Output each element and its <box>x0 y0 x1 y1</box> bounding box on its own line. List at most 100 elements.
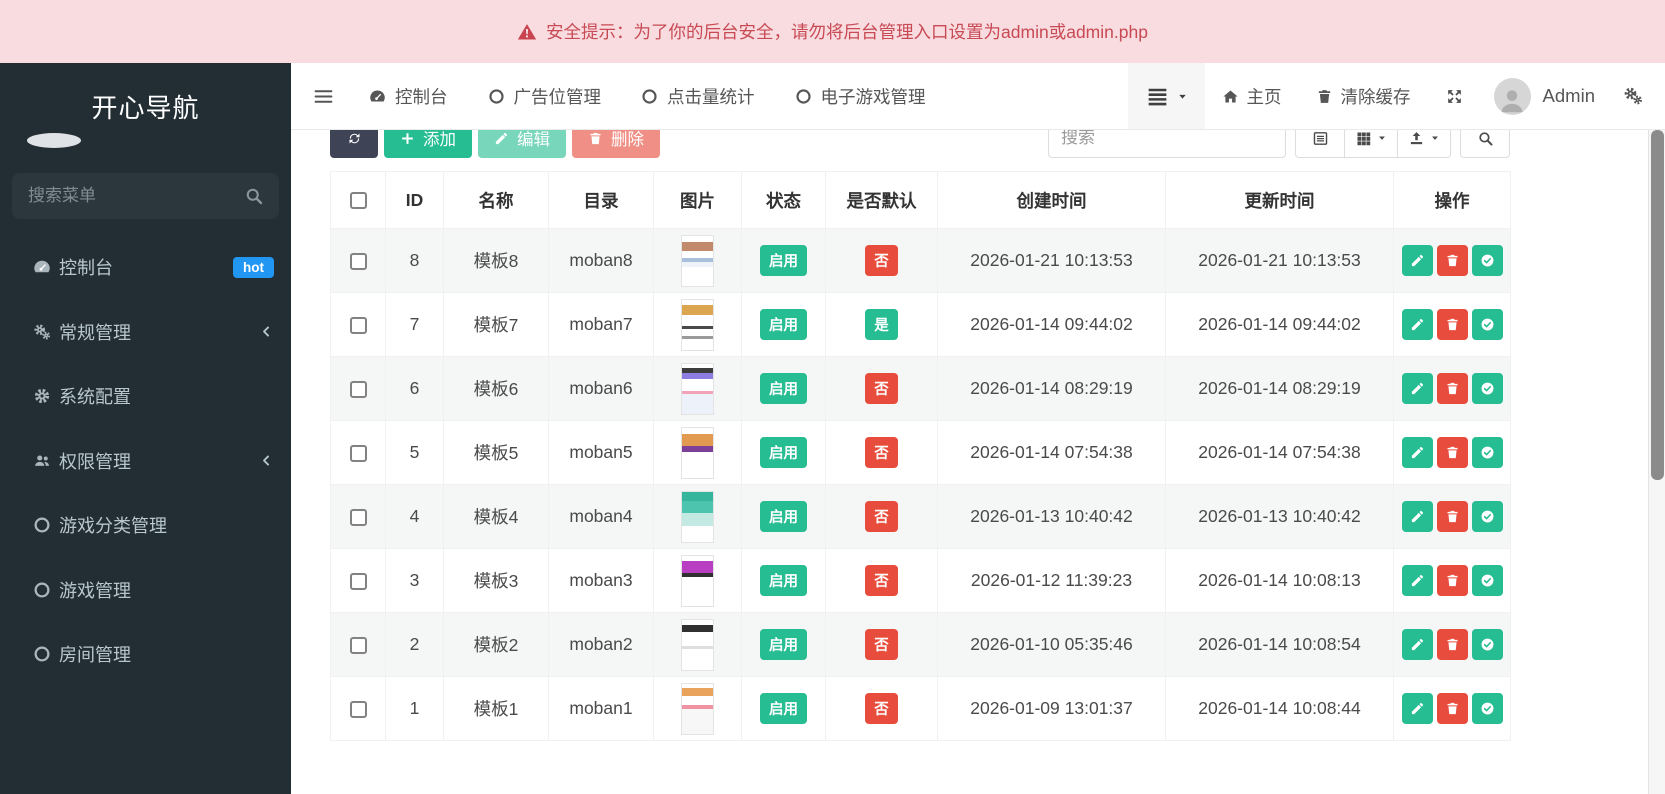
clear-cache-link[interactable]: 清除缓存 <box>1299 63 1428 129</box>
toggle-view-button[interactable] <box>1295 130 1345 158</box>
sidebar-item[interactable]: 常规管理 <box>0 300 291 365</box>
table-search-input[interactable] <box>1048 130 1286 158</box>
sidebar-item[interactable]: 游戏管理 <box>0 558 291 623</box>
menu-list-dropdown[interactable] <box>1127 63 1205 129</box>
set-default-button[interactable] <box>1471 629 1503 660</box>
row-checkbox[interactable] <box>349 508 367 526</box>
set-default-button[interactable] <box>1471 437 1503 468</box>
cell-status: 启用 <box>741 548 826 613</box>
cell-default: 否 <box>825 612 938 677</box>
checkbox-cell <box>330 676 386 741</box>
table-search <box>1048 130 1286 158</box>
cell-actions <box>1393 548 1511 613</box>
sidebar-item[interactable]: 权限管理 <box>0 429 291 494</box>
edit-row-button[interactable] <box>1401 501 1433 532</box>
trash-icon <box>1445 381 1460 396</box>
check-circle-icon <box>1480 381 1495 396</box>
sidebar-item[interactable]: 系统配置 <box>0 364 291 429</box>
edit-row-button[interactable] <box>1401 565 1433 596</box>
delete-row-button[interactable] <box>1436 245 1468 276</box>
column-header[interactable]: 是否默认 <box>825 171 938 229</box>
set-default-button[interactable] <box>1471 245 1503 276</box>
sidebar-item[interactable]: 房间管理 <box>0 622 291 687</box>
row-checkbox[interactable] <box>349 572 367 590</box>
row-checkbox[interactable] <box>349 444 367 462</box>
column-header[interactable]: 名称 <box>443 171 549 229</box>
columns-button[interactable] <box>1345 130 1398 158</box>
template-thumbnail[interactable] <box>681 426 714 479</box>
edit-row-button[interactable] <box>1401 373 1433 404</box>
cell-updated: 2026-01-14 07:54:38 <box>1165 420 1394 485</box>
sidebar-search-input[interactable] <box>12 173 279 219</box>
hamburger-icon[interactable] <box>291 86 349 107</box>
column-header[interactable]: 更新时间 <box>1165 171 1394 229</box>
export-button[interactable] <box>1398 130 1451 158</box>
sidebar-item[interactable]: 控制台 hot <box>0 235 291 300</box>
column-header[interactable]: 创建时间 <box>937 171 1166 229</box>
delete-row-button[interactable] <box>1436 437 1468 468</box>
set-default-button[interactable] <box>1471 565 1503 596</box>
edit-button[interactable]: 编辑 <box>478 130 566 158</box>
add-button[interactable]: 添加 <box>384 130 472 158</box>
select-all-checkbox[interactable] <box>349 192 367 210</box>
template-thumbnail[interactable] <box>681 298 714 351</box>
column-header[interactable]: 目录 <box>548 171 654 229</box>
nav-tab[interactable]: 广告位管理 <box>468 63 622 129</box>
delete-row-button[interactable] <box>1436 501 1468 532</box>
sidebar-item-label: 房间管理 <box>59 645 131 666</box>
cell-name: 模板4 <box>443 484 549 549</box>
delete-row-button[interactable] <box>1436 565 1468 596</box>
delete-row-button[interactable] <box>1436 373 1468 404</box>
column-header[interactable]: 状态 <box>741 171 826 229</box>
template-thumbnail[interactable] <box>681 490 714 543</box>
edit-row-button[interactable] <box>1401 629 1433 660</box>
template-thumbnail[interactable] <box>681 234 714 287</box>
settings-gear-icon[interactable] <box>1608 86 1665 106</box>
delete-row-button[interactable] <box>1436 693 1468 724</box>
row-checkbox[interactable] <box>349 316 367 334</box>
pencil-icon <box>494 131 509 146</box>
nav-tab[interactable]: 电子游戏管理 <box>775 63 946 129</box>
refresh-button[interactable] <box>330 130 378 158</box>
edit-row-button[interactable] <box>1401 245 1433 276</box>
row-checkbox[interactable] <box>349 636 367 654</box>
template-thumbnail[interactable] <box>681 362 714 415</box>
column-header[interactable]: 操作 <box>1393 171 1511 229</box>
home-link[interactable]: 主页 <box>1205 63 1299 129</box>
table-header-row: ID 名称 目录 图片 状态 是否默认 创建时间 更新时间 操作 <box>330 171 1511 229</box>
edit-row-button[interactable] <box>1401 437 1433 468</box>
edit-row-button[interactable] <box>1401 309 1433 340</box>
delete-row-button[interactable] <box>1436 309 1468 340</box>
cell-actions <box>1393 292 1511 357</box>
table-row: 7 模板7 moban7 启用 是 2026-01-14 09:44:02 2026-01-… <box>330 292 1511 357</box>
edit-row-button[interactable] <box>1401 693 1433 724</box>
search-icon <box>244 186 264 206</box>
circle-icon <box>25 516 59 534</box>
template-thumbnail[interactable] <box>681 618 714 671</box>
scrollbar-thumb[interactable] <box>1651 130 1664 480</box>
nav-tab[interactable]: 控制台 <box>349 63 468 129</box>
status-badge: 启用 <box>760 245 807 276</box>
delete-button[interactable]: 删除 <box>572 130 660 158</box>
caret-down-icon <box>1430 133 1440 143</box>
sidebar-item[interactable]: 游戏分类管理 <box>0 493 291 558</box>
set-default-button[interactable] <box>1471 501 1503 532</box>
set-default-button[interactable] <box>1471 373 1503 404</box>
cell-name: 模板3 <box>443 548 549 613</box>
column-header[interactable]: 图片 <box>653 171 742 229</box>
set-default-button[interactable] <box>1471 693 1503 724</box>
user-menu[interactable]: Admin <box>1481 77 1608 115</box>
template-thumbnail[interactable] <box>681 682 714 735</box>
nav-tab[interactable]: 点击量统计 <box>621 63 775 129</box>
set-default-button[interactable] <box>1471 309 1503 340</box>
template-thumbnail[interactable] <box>681 554 714 607</box>
column-header[interactable]: ID <box>385 171 444 229</box>
fullscreen-icon[interactable] <box>1428 87 1481 106</box>
username: Admin <box>1542 85 1595 106</box>
row-checkbox[interactable] <box>349 700 367 718</box>
row-checkbox[interactable] <box>349 380 367 398</box>
delete-row-button[interactable] <box>1436 629 1468 660</box>
cell-actions <box>1393 228 1511 293</box>
row-checkbox[interactable] <box>349 252 367 270</box>
search-toggle-button[interactable] <box>1460 130 1510 158</box>
